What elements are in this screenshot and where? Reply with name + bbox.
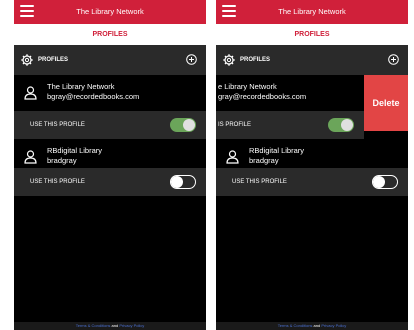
profiles-section-header: PROFILES [14,45,206,75]
delete-button[interactable]: Delete [364,75,408,131]
use-profile-row: USE THIS PROFILE [216,168,408,196]
profile-email: bradgray [249,156,279,165]
profile-email: bradgray [47,156,77,165]
toggle-knob [373,175,385,188]
use-profile-toggle[interactable] [170,118,196,132]
gear-icon[interactable] [21,54,33,66]
privacy-link[interactable]: Privacy Policy [321,323,346,328]
section-label: PROFILES [38,57,69,63]
toggle-label: IS PROFILE [218,122,252,128]
profile-name: RBdigital Library [249,146,305,155]
person-icon [226,150,239,164]
terms-link[interactable]: Terms & Conditions [76,323,111,328]
use-profile-row: IS PROFILE [216,111,364,139]
add-profile-icon[interactable] [186,54,197,65]
add-profile-icon[interactable] [388,54,399,65]
screen-right: The Library Network PROFILES PROFILES e … [216,0,408,330]
screen-left: The Library Network PROFILES PROFILES Th… [14,0,206,330]
profile-name: e Library Network [218,82,277,91]
footer: Terms & Conditions and Privacy Policy [216,322,408,330]
gear-icon[interactable] [223,54,235,66]
toggle-label: USE THIS PROFILE [30,122,85,128]
use-profile-row: USE THIS PROFILE [14,111,206,139]
terms-link[interactable]: Terms & Conditions [278,323,313,328]
use-profile-toggle[interactable] [328,118,354,132]
section-label: PROFILES [240,57,271,63]
person-icon [24,86,37,100]
footer-joiner: and [313,323,321,328]
use-profile-toggle[interactable] [170,175,196,189]
app-title: The Library Network [278,7,346,16]
footer: Terms & Conditions and Privacy Policy [14,322,206,330]
privacy-link[interactable]: Privacy Policy [119,323,144,328]
profiles-section-header: PROFILES [216,45,408,75]
footer-joiner: and [111,323,119,328]
use-profile-row: USE THIS PROFILE [14,168,206,196]
page-title: PROFILES [14,24,206,45]
app-title: The Library Network [76,7,144,16]
toggle-knob [183,119,195,131]
profile-email: bgray@recordedbooks.com [47,92,140,101]
page-title: PROFILES [216,24,408,45]
toggle-knob [171,175,183,188]
profile-name: RBdigital Library [47,146,103,155]
toggle-knob [341,119,353,131]
toggle-label: USE THIS PROFILE [30,179,85,185]
use-profile-toggle[interactable] [372,175,398,189]
app-header: The Library Network [14,0,206,24]
person-icon [24,150,37,164]
app-header: The Library Network [216,0,408,24]
profile-name: The Library Network [47,82,115,91]
profile-email: gray@recordedbooks.com [218,92,307,101]
profile-row[interactable]: The Library Network bgray@recordedbooks.… [14,75,206,111]
toggle-label: USE THIS PROFILE [232,179,287,185]
